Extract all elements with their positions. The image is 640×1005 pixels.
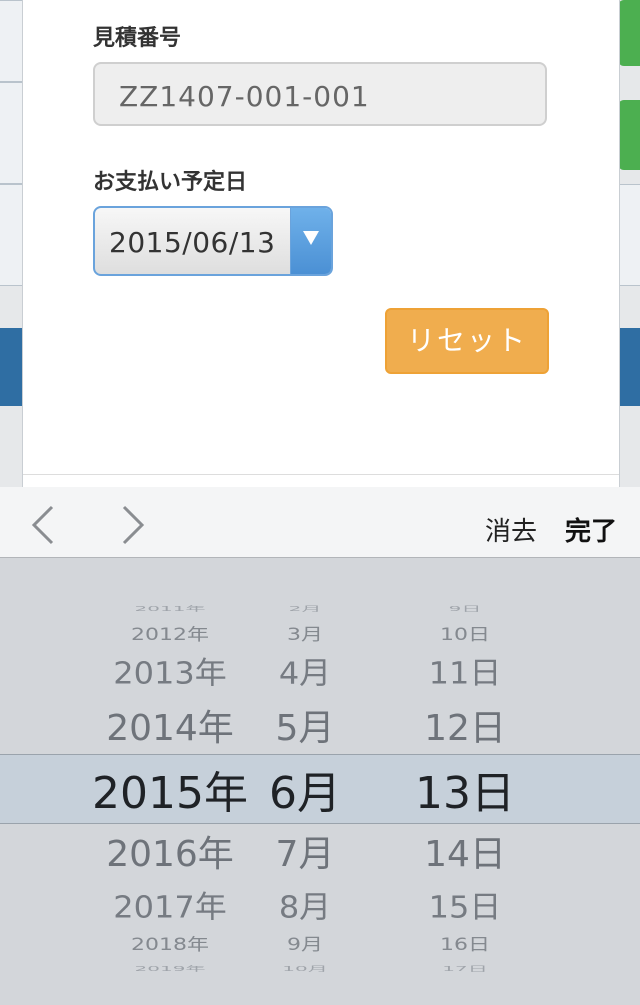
estimate-number-label: 見積番号 xyxy=(93,26,182,51)
done-button[interactable]: 完了 xyxy=(565,511,617,548)
dropdown-arrow-icon[interactable] xyxy=(290,208,331,274)
picker-toolbar: 消去 完了 xyxy=(0,487,640,558)
picker-month[interactable]: 8月 xyxy=(250,883,360,927)
next-field-button[interactable] xyxy=(118,505,148,545)
picker-month[interactable]: 9月 xyxy=(250,931,360,955)
picker-year[interactable]: 2017年 xyxy=(70,883,270,927)
background-green-button xyxy=(618,100,640,170)
picker-year[interactable]: 2016年 xyxy=(70,825,270,877)
picker-month[interactable]: 3月 xyxy=(250,621,360,645)
picker-year[interactable]: 2013年 xyxy=(70,649,270,693)
picker-year[interactable]: 2018年 xyxy=(70,931,270,955)
picker-year[interactable]: 2014年 xyxy=(70,699,270,751)
background-card-left xyxy=(0,82,23,184)
picker-year[interactable]: 2012年 xyxy=(70,621,270,645)
picker-day[interactable]: 12日 xyxy=(400,699,530,751)
background-header-band xyxy=(618,328,640,406)
background-green-button xyxy=(618,0,640,66)
date-picker-wheel[interactable]: 2011年 2月 9日 2012年 3月 10日 2013年 4月 11日 2014年 5月 12日 2… xyxy=(0,558,640,1005)
picker-day[interactable]: 15日 xyxy=(400,883,530,927)
picker-month[interactable]: 2月 xyxy=(250,603,360,613)
picker-day[interactable]: 11日 xyxy=(400,649,530,693)
picker-year[interactable]: 2011年 xyxy=(70,603,270,613)
picker-day[interactable]: 16日 xyxy=(400,931,530,955)
picker-month[interactable]: 10月 xyxy=(250,963,360,973)
picker-month[interactable]: 4月 xyxy=(250,649,360,693)
picker-month[interactable]: 7月 xyxy=(250,825,360,877)
chevron-left-icon xyxy=(31,505,54,545)
payment-date-select[interactable]: 2015/06/13 xyxy=(93,206,333,276)
picker-year[interactable]: 2019年 xyxy=(70,963,270,973)
picker-month-selected[interactable]: 6月 xyxy=(250,757,360,821)
chevron-right-icon xyxy=(122,505,145,545)
picker-day[interactable]: 9日 xyxy=(400,603,530,613)
background-card-right xyxy=(617,184,640,286)
picker-year-selected[interactable]: 2015年 xyxy=(70,757,270,821)
estimate-number-field[interactable]: ZZ1407-001-001 xyxy=(93,62,547,126)
reset-button[interactable]: リセット xyxy=(385,308,549,374)
payment-date-label: お支払い予定日 xyxy=(93,170,248,195)
modal-divider xyxy=(23,474,619,475)
picker-day[interactable]: 10日 xyxy=(400,621,530,645)
previous-field-button[interactable] xyxy=(28,505,58,545)
picker-day[interactable]: 14日 xyxy=(400,825,530,877)
estimate-modal: 見積番号 ZZ1407-001-001 お支払い予定日 2015/06/13 リ… xyxy=(22,0,620,487)
background-card-left xyxy=(0,0,23,82)
picker-day-selected[interactable]: 13日 xyxy=(400,757,530,821)
payment-date-value: 2015/06/13 xyxy=(109,226,276,259)
background-header-band xyxy=(0,328,22,406)
clear-button[interactable]: 消去 xyxy=(485,511,537,548)
background-card-left xyxy=(0,184,23,286)
picker-day[interactable]: 17日 xyxy=(400,963,530,973)
picker-month[interactable]: 5月 xyxy=(250,699,360,751)
